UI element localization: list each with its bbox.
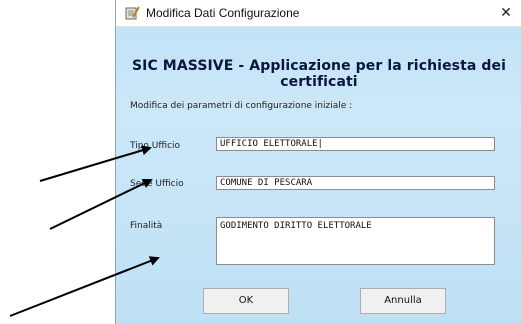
sede-ufficio-input[interactable]: COMUNE DI PESCARA [216, 176, 495, 190]
intro-text: Modifica dei parametri di configurazione… [130, 101, 353, 111]
close-button[interactable]: ✕ [490, 0, 521, 26]
notepad-pen-icon [124, 5, 140, 21]
title-bar: Modifica Dati Configurazione ✕ [116, 0, 521, 27]
finalita-label: Finalità [130, 221, 163, 231]
window-title: Modifica Dati Configurazione [146, 6, 300, 20]
config-dialog: Modifica Dati Configurazione ✕ SIC MASSI… [115, 0, 521, 324]
tipo-ufficio-label: Tipo Ufficio [130, 141, 181, 151]
app-heading: SIC MASSIVE - Applicazione per la richie… [131, 58, 507, 90]
finalita-textarea[interactable]: GODIMENTO DIRITTO ELETTORALE [216, 217, 495, 265]
tipo-ufficio-input[interactable]: UFFICIO ELETTORALE| [216, 137, 495, 151]
cancel-button[interactable]: Annulla [360, 288, 446, 314]
ok-button[interactable]: OK [203, 288, 289, 314]
sede-ufficio-label: Sede Ufficio [130, 179, 184, 189]
